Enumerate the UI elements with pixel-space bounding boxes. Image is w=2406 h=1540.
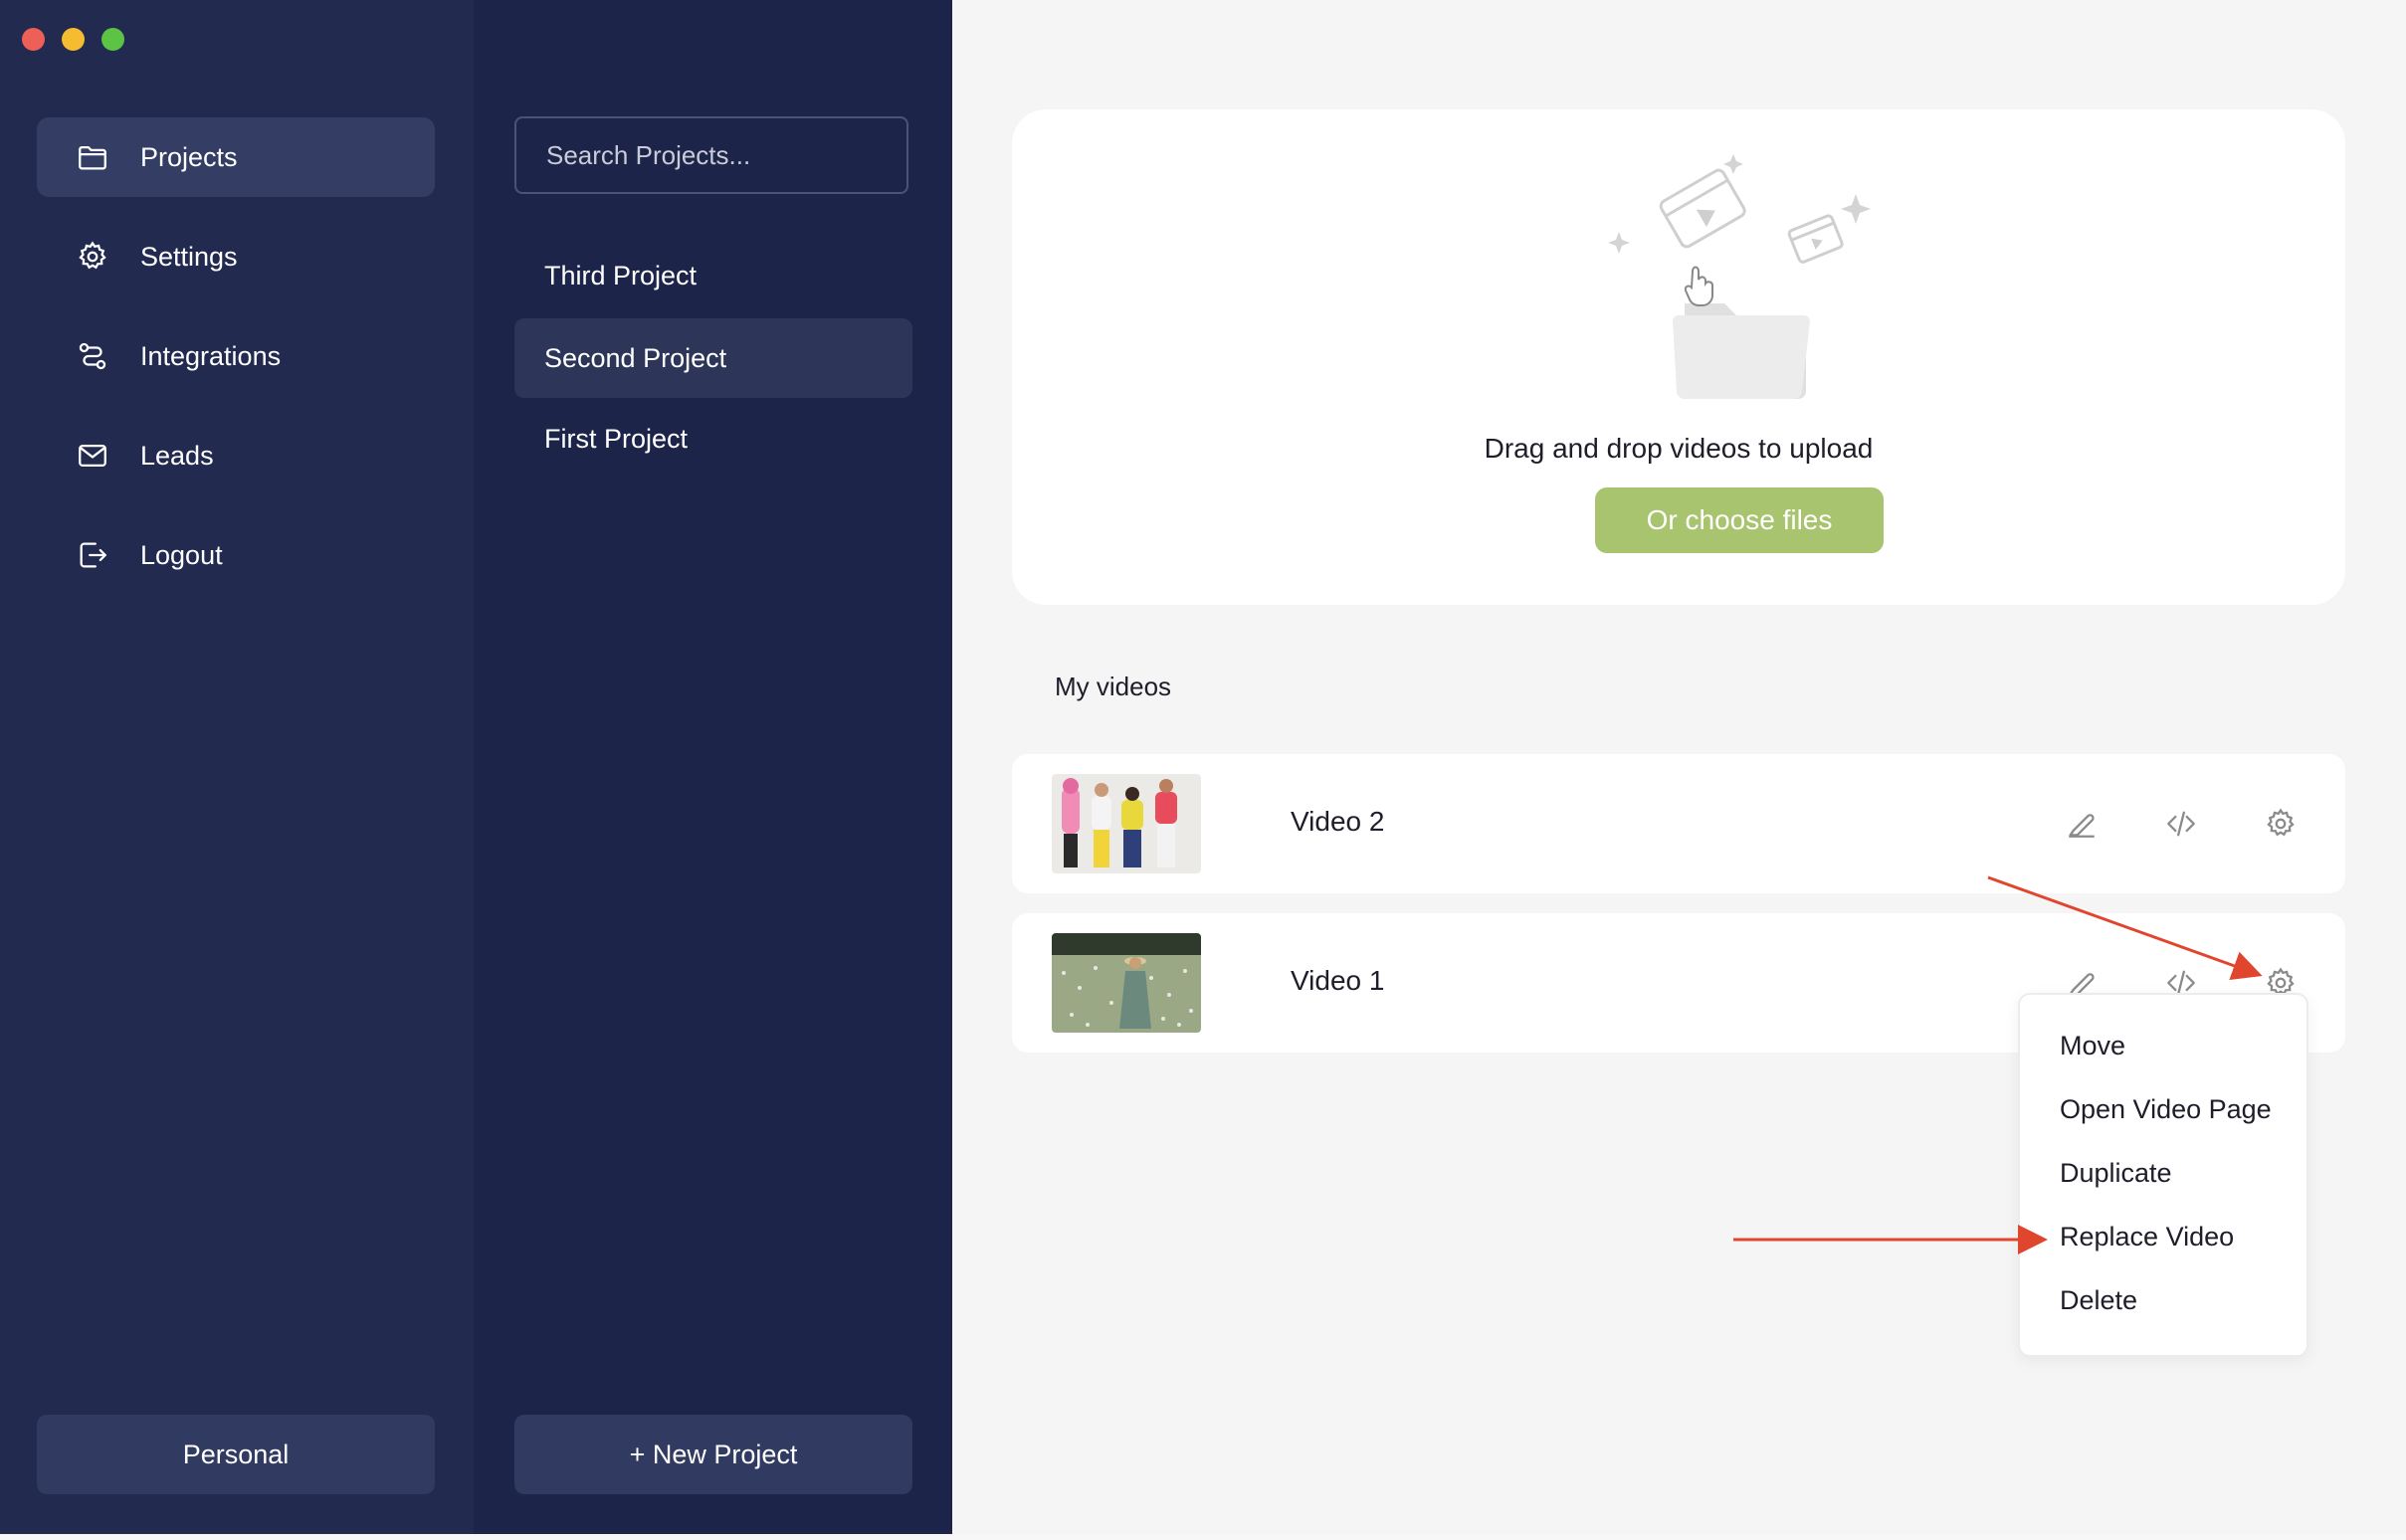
search-projects-input[interactable] — [514, 116, 908, 194]
close-window-button[interactable] — [22, 28, 45, 51]
nav-item-integrations[interactable]: Integrations — [37, 316, 435, 396]
edit-pencil-icon[interactable] — [2062, 804, 2102, 844]
video-row[interactable]: Video 2 — [1012, 754, 2345, 893]
logout-icon — [75, 537, 110, 573]
nav-item-settings[interactable]: Settings — [37, 217, 435, 296]
drag-drop-text: Drag and drop videos to upload — [1484, 433, 1874, 464]
project-item-third[interactable]: Third Project — [514, 236, 912, 315]
projects-panel: Third Project Second Project First Proje… — [474, 0, 952, 1534]
new-project-button[interactable]: + New Project — [514, 1415, 912, 1494]
menu-item-replace-video[interactable]: Replace Video — [2060, 1222, 2234, 1252]
menu-item-duplicate[interactable]: Duplicate — [2060, 1158, 2172, 1189]
gear-icon — [75, 239, 110, 275]
integrations-icon — [75, 338, 110, 374]
nav-item-leads[interactable]: Leads — [37, 416, 435, 495]
nav-item-label: Projects — [140, 141, 238, 172]
video-settings-gear-icon[interactable] — [2261, 804, 2301, 844]
window-controls — [22, 28, 124, 51]
zoom-window-button[interactable] — [101, 28, 124, 51]
video-context-menu: Move Open Video Page Duplicate Replace V… — [2018, 993, 2308, 1357]
menu-item-open-video-page[interactable]: Open Video Page — [2060, 1094, 2272, 1125]
workspace-button[interactable]: Personal — [37, 1415, 435, 1494]
video-actions — [2062, 804, 2301, 844]
project-item-first[interactable]: First Project — [514, 399, 912, 479]
video-title: Video 1 — [1291, 965, 1385, 996]
folder-icon — [75, 139, 110, 175]
menu-item-delete[interactable]: Delete — [2060, 1285, 2137, 1316]
video-title: Video 2 — [1291, 806, 1385, 837]
upload-folder-illustration — [1608, 154, 1871, 399]
app-window: Projects Settings Integrations Leads Log — [0, 0, 2406, 1540]
project-item-second[interactable]: Second Project — [514, 318, 912, 398]
choose-files-button[interactable]: Or choose files — [1595, 487, 1884, 553]
embed-code-icon[interactable] — [2161, 804, 2201, 844]
nav-item-projects[interactable]: Projects — [37, 117, 435, 197]
mail-icon — [75, 438, 110, 474]
my-videos-heading: My videos — [1055, 672, 1172, 701]
project-item-label: First Project — [544, 423, 689, 454]
field-thumbnail — [1052, 933, 1201, 1033]
project-item-label: Third Project — [544, 260, 698, 290]
project-item-label: Second Project — [544, 342, 727, 373]
main-navigation: Projects Settings Integrations Leads Log — [0, 0, 474, 1534]
menu-item-move[interactable]: Move — [2060, 1031, 2125, 1061]
nav-item-logout[interactable]: Logout — [37, 515, 435, 595]
nav-item-label: Logout — [140, 539, 223, 570]
nav-item-label: Integrations — [140, 340, 282, 371]
nav-item-label: Leads — [140, 440, 214, 471]
minimize-window-button[interactable] — [62, 28, 85, 51]
nav-item-label: Settings — [140, 241, 238, 272]
upload-dropzone[interactable]: Drag and drop videos to upload Or choose… — [1012, 109, 2345, 605]
people-thumbnail — [1052, 774, 1201, 873]
